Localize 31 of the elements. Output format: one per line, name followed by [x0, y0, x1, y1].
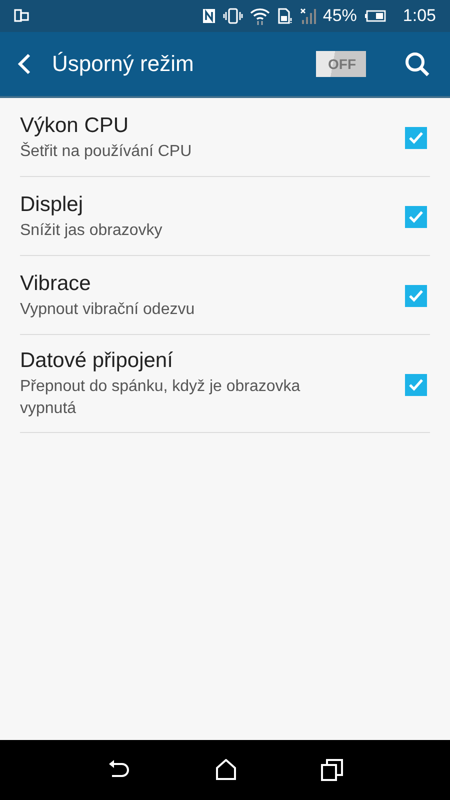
checkbox[interactable] [405, 285, 427, 307]
setting-description: Šetřit na používání CPU [20, 141, 193, 162]
setting-description: Vypnout vibrační odezvu [20, 300, 196, 320]
home-nav-button[interactable] [215, 759, 237, 781]
checkmark-icon [408, 289, 424, 303]
sim-card-icon [276, 8, 293, 24]
checkbox[interactable] [405, 127, 427, 149]
setting-description: Snížit jas obrazovky [20, 220, 164, 240]
screen-title: Úsporný režim [52, 51, 195, 77]
battery-icon [364, 10, 386, 22]
signal-icon [300, 8, 316, 24]
vibrate-icon [222, 8, 243, 24]
checkmark-icon [408, 210, 424, 224]
power-saver-toggle[interactable]: OFF [316, 51, 366, 77]
checkmark-icon [408, 131, 424, 145]
checkbox[interactable] [405, 374, 427, 396]
clock: 1:05 [402, 6, 436, 26]
back-button[interactable] [16, 52, 32, 76]
nfc-icon [202, 8, 216, 24]
search-button[interactable] [404, 51, 430, 77]
checkmark-icon [408, 378, 424, 392]
recent-apps-button[interactable] [321, 759, 343, 781]
setting-title: Vibrace [20, 272, 92, 296]
setting-title: Výkon CPU [20, 114, 130, 138]
setting-title: Displej [20, 192, 84, 216]
wifi-icon [250, 7, 270, 25]
battery-percent: 45% [322, 6, 357, 26]
setting-description: Přepnout do spánku, když je obrazovka vypnutá [20, 377, 302, 419]
setting-title: Datové připojení [20, 349, 174, 373]
screen-mirror-icon [14, 8, 30, 24]
checkbox[interactable] [405, 206, 427, 228]
